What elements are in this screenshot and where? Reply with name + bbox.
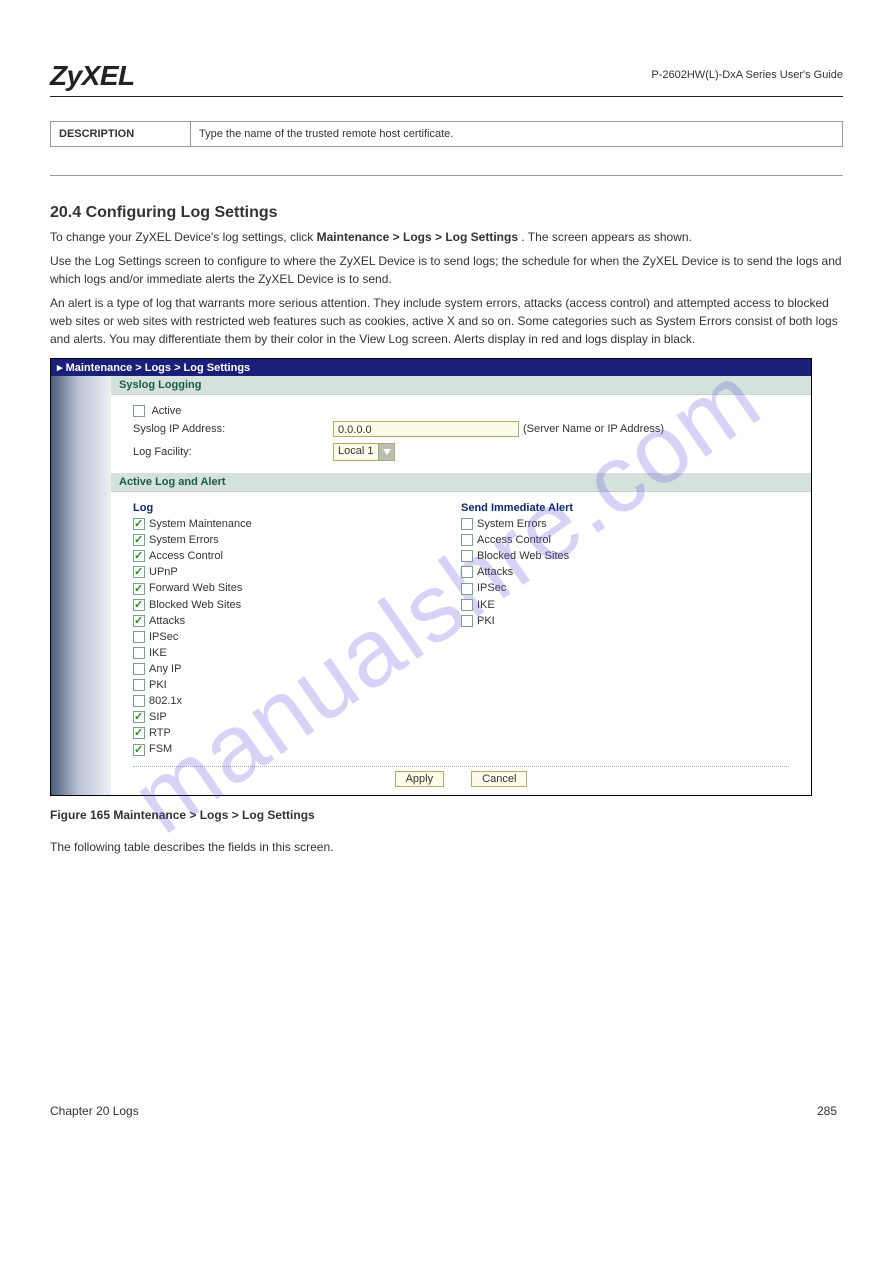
alert-item-label: Access Control bbox=[477, 534, 551, 546]
log-checkbox[interactable] bbox=[133, 647, 145, 659]
log-item-label: Forward Web Sites bbox=[149, 582, 242, 594]
log-item-label: SIP bbox=[149, 711, 167, 723]
alert-item-label: System Errors bbox=[477, 518, 547, 530]
log-facility-value: Local 1 bbox=[334, 444, 378, 460]
alert-checkbox[interactable] bbox=[461, 518, 473, 530]
log-item-label: System Errors bbox=[149, 534, 219, 546]
log-item-label: Attacks bbox=[149, 615, 185, 627]
active-log-panel-title: Active Log and Alert bbox=[111, 473, 811, 492]
log-item-label: RTP bbox=[149, 727, 171, 739]
alert-item-label: IPSec bbox=[477, 582, 506, 594]
alert-checkbox[interactable] bbox=[461, 534, 473, 546]
alert-item-label: Attacks bbox=[477, 566, 513, 578]
log-checkbox[interactable] bbox=[133, 518, 145, 530]
alert-checkbox[interactable] bbox=[461, 583, 473, 595]
para-3: An alert is a type of log that warrants … bbox=[50, 294, 843, 348]
alert-checkbox[interactable] bbox=[461, 566, 473, 578]
breadcrumb: ▸ Maintenance > Logs > Log Settings bbox=[51, 359, 811, 376]
footer-chapter: Chapter 20 Logs bbox=[50, 1104, 139, 1118]
figure-followup: The following table describes the fields… bbox=[50, 840, 843, 854]
para-1-suffix: . The screen appears as shown. bbox=[521, 230, 692, 244]
log-checkbox[interactable] bbox=[133, 583, 145, 595]
sidebar-gradient bbox=[51, 376, 111, 795]
log-item-label: FSM bbox=[149, 743, 172, 755]
active-checkbox[interactable] bbox=[133, 405, 145, 417]
log-facility-select[interactable]: Local 1 bbox=[333, 443, 395, 461]
syslog-ip-hint: (Server Name or IP Address) bbox=[523, 423, 664, 435]
alert-item-label: Blocked Web Sites bbox=[477, 550, 569, 562]
breadcrumb-text: Maintenance > Logs > Log Settings bbox=[66, 362, 251, 374]
para-1-prefix: To change your ZyXEL Device's log settin… bbox=[50, 230, 317, 244]
doc-title: P-2602HW(L)-DxA Series User's Guide bbox=[50, 69, 843, 81]
log-checkbox[interactable] bbox=[133, 663, 145, 675]
log-checkbox[interactable] bbox=[133, 679, 145, 691]
alert-checkbox[interactable] bbox=[461, 599, 473, 611]
alert-checkbox[interactable] bbox=[461, 615, 473, 627]
log-checkbox[interactable] bbox=[133, 566, 145, 578]
log-item-label: UPnP bbox=[149, 566, 178, 578]
screenshot-window: ▸ Maintenance > Logs > Log Settings Sysl… bbox=[50, 358, 812, 796]
log-checkbox[interactable] bbox=[133, 615, 145, 627]
alert-column-heading: Send Immediate Alert bbox=[461, 502, 789, 514]
log-checkbox[interactable] bbox=[133, 550, 145, 562]
log-item-label: Any IP bbox=[149, 663, 181, 675]
figure-caption: Figure 165 Maintenance > Logs > Log Sett… bbox=[50, 808, 843, 822]
footer-page-number: 285 bbox=[817, 1104, 837, 1118]
alert-checkbox[interactable] bbox=[461, 550, 473, 562]
para-1-path: Maintenance > Logs > Log Settings bbox=[317, 230, 518, 244]
log-facility-label: Log Facility: bbox=[133, 446, 333, 458]
log-checkbox[interactable] bbox=[133, 727, 145, 739]
section-heading: 20.4 Configuring Log Settings bbox=[50, 204, 843, 222]
log-checkbox[interactable] bbox=[133, 534, 145, 546]
table-value-cell: Type the name of the trusted remote host… bbox=[191, 122, 843, 147]
section-divider bbox=[50, 175, 843, 176]
cancel-button[interactable]: Cancel bbox=[471, 771, 527, 787]
alert-item-label: PKI bbox=[477, 615, 495, 627]
log-column-heading: Log bbox=[133, 502, 461, 514]
log-checkbox[interactable] bbox=[133, 744, 145, 756]
alert-item-label: IKE bbox=[477, 599, 495, 611]
dotted-divider bbox=[133, 766, 789, 767]
apply-button[interactable]: Apply bbox=[395, 771, 445, 787]
log-item-label: IPSec bbox=[149, 631, 178, 643]
syslog-ip-input[interactable]: 0.0.0.0 bbox=[333, 421, 519, 437]
log-item-label: IKE bbox=[149, 647, 167, 659]
log-checkbox[interactable] bbox=[133, 695, 145, 707]
log-item-label: PKI bbox=[149, 679, 167, 691]
active-label: Active bbox=[151, 405, 181, 417]
chevron-right-icon: ▸ bbox=[57, 362, 66, 374]
log-checkbox[interactable] bbox=[133, 711, 145, 723]
syslog-panel-title: Syslog Logging bbox=[111, 376, 811, 395]
para-1: To change your ZyXEL Device's log settin… bbox=[50, 228, 843, 246]
header-rule bbox=[50, 96, 843, 97]
table-label-cell: DESCRIPTION bbox=[51, 122, 191, 147]
log-item-label: System Maintenance bbox=[149, 518, 252, 530]
log-checkbox[interactable] bbox=[133, 631, 145, 643]
syslog-ip-label: Syslog IP Address: bbox=[133, 423, 333, 435]
page-footer: Chapter 20 Logs 285 bbox=[50, 1104, 843, 1118]
log-item-label: Blocked Web Sites bbox=[149, 599, 241, 611]
log-checkbox[interactable] bbox=[133, 599, 145, 611]
log-item-label: Access Control bbox=[149, 550, 223, 562]
description-table: DESCRIPTION Type the name of the trusted… bbox=[50, 121, 843, 147]
chevron-down-icon bbox=[378, 444, 394, 460]
log-item-label: 802.1x bbox=[149, 695, 182, 707]
para-2: Use the Log Settings screen to configure… bbox=[50, 252, 843, 288]
